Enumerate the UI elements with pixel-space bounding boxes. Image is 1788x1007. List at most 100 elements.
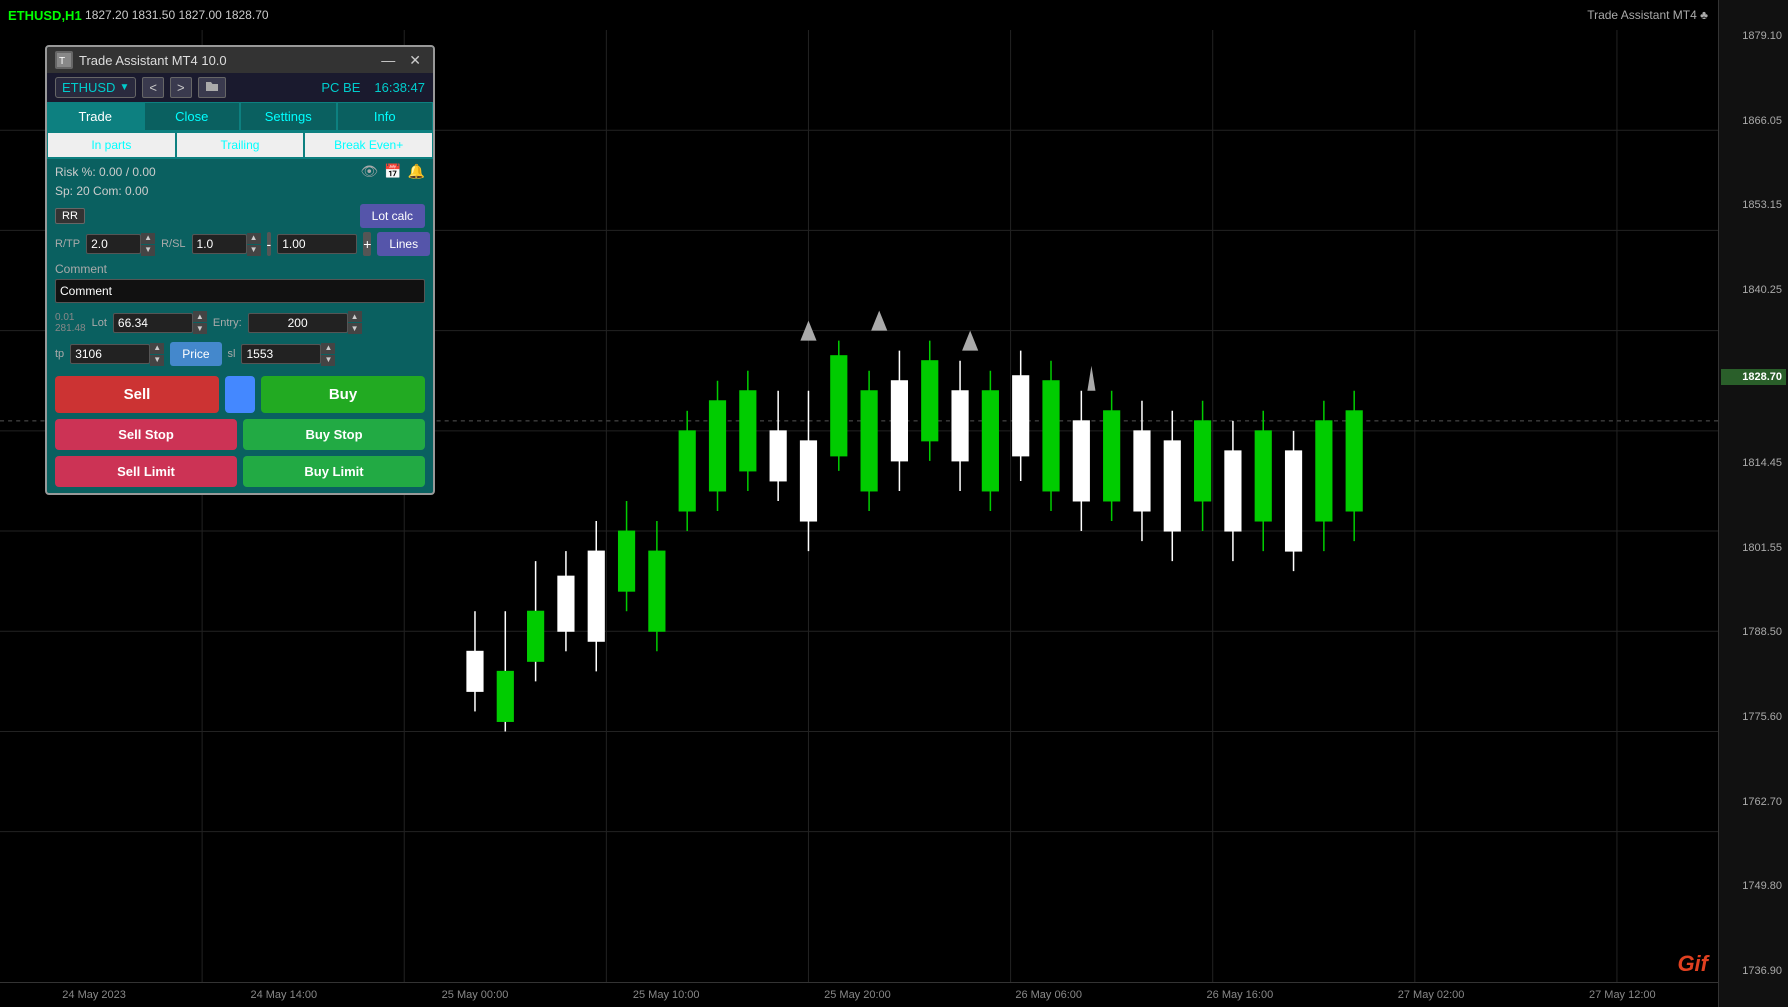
time-label-5: 26 May 06:00 bbox=[1015, 989, 1082, 1001]
lot-input[interactable] bbox=[113, 313, 193, 333]
folder-button[interactable] bbox=[198, 77, 226, 98]
symbol-dropdown[interactable]: ETHUSD ▼ bbox=[55, 77, 136, 98]
price-12: 1736.90 bbox=[1721, 965, 1786, 977]
rr-box: RR bbox=[55, 208, 85, 224]
chart-prices: 1827.20 1831.50 1827.00 1828.70 bbox=[85, 8, 269, 22]
tp-input[interactable] bbox=[70, 344, 150, 364]
trade-buttons: Sell Buy Sell Stop Buy Stop Sell Limit B… bbox=[47, 370, 433, 493]
rtp-spin-up[interactable]: ▲ bbox=[141, 233, 155, 244]
panel-app-icon: T bbox=[55, 51, 73, 69]
close-button[interactable]: ✕ bbox=[405, 52, 425, 69]
sl-label: sl bbox=[228, 348, 236, 360]
price-8: 1788.50 bbox=[1721, 626, 1786, 638]
rtp-spin-down[interactable]: ▼ bbox=[141, 245, 155, 256]
price-button[interactable]: Price bbox=[170, 342, 221, 366]
minus-button[interactable]: - bbox=[267, 232, 272, 256]
lot-max: 281.48 bbox=[55, 323, 86, 334]
rsl-input[interactable] bbox=[192, 234, 247, 254]
tab-info[interactable]: Info bbox=[337, 102, 434, 131]
current-price: 1828.70 bbox=[1721, 369, 1786, 385]
lot-min: 0.01 bbox=[55, 312, 86, 323]
chart-topbar: ETHUSD,H1 1827.20 1831.50 1827.00 1828.7… bbox=[0, 0, 1788, 30]
lot-range-display: 0.01 281.48 bbox=[55, 312, 86, 334]
comment-input[interactable] bbox=[55, 279, 425, 303]
sl-spin-up[interactable]: ▲ bbox=[321, 343, 335, 354]
sub-tab-trailing[interactable]: Trailing bbox=[176, 132, 305, 158]
panel-title-text: Trade Assistant MT4 10.0 bbox=[79, 53, 227, 68]
lot-spin-down[interactable]: ▼ bbox=[193, 323, 207, 334]
tp-spin-down[interactable]: ▼ bbox=[150, 355, 164, 366]
tp-sl-row: tp ▲ ▼ Price sl ▲ ▼ bbox=[47, 338, 433, 370]
sell-stop-button[interactable]: Sell Stop bbox=[55, 419, 237, 450]
plus-button[interactable]: + bbox=[363, 232, 371, 256]
lot-input-wrapper: ▲ ▼ bbox=[113, 311, 207, 334]
buy-stop-button[interactable]: Buy Stop bbox=[243, 419, 425, 450]
time-label-7: 27 May 02:00 bbox=[1398, 989, 1465, 1001]
sell-button[interactable]: Sell bbox=[55, 376, 219, 413]
tab-close[interactable]: Close bbox=[144, 102, 241, 131]
sub-tab-break-even[interactable]: Break Even+ bbox=[304, 132, 433, 158]
risk-pba-input[interactable] bbox=[277, 234, 357, 254]
lot-spin-up[interactable]: ▲ bbox=[193, 311, 207, 322]
calendar-icon[interactable]: 📅 bbox=[384, 163, 401, 180]
buy-button[interactable]: Buy bbox=[261, 376, 425, 413]
tp-label: tp bbox=[55, 348, 64, 360]
svg-text:T: T bbox=[59, 56, 65, 67]
tab-trade[interactable]: Trade bbox=[47, 102, 144, 131]
sub-tab-in-parts[interactable]: In parts bbox=[47, 132, 176, 158]
rtp-input[interactable] bbox=[86, 234, 141, 254]
comment-section: Comment bbox=[47, 258, 433, 307]
pc-be-label: PC BE bbox=[321, 80, 360, 95]
nav-prev-button[interactable]: < bbox=[142, 77, 164, 98]
risk-label: Risk %: 0.00 / 0.00 bbox=[55, 165, 156, 179]
lot-label: Lot bbox=[92, 317, 107, 329]
price-7: 1801.55 bbox=[1721, 542, 1786, 554]
entry-spin-up[interactable]: ▲ bbox=[348, 311, 362, 322]
entry-spinner: ▲ ▼ bbox=[348, 311, 362, 334]
comment-label: Comment bbox=[55, 262, 425, 276]
time-label-8: 27 May 12:00 bbox=[1589, 989, 1656, 1001]
lines-button[interactable]: Lines bbox=[377, 232, 430, 256]
rr-row: RR Lot calc bbox=[47, 202, 433, 230]
time-label-2: 25 May 00:00 bbox=[442, 989, 509, 1001]
symbol-text: ETHUSD bbox=[62, 80, 115, 95]
panel-titlebar: T Trade Assistant MT4 10.0 — ✕ bbox=[47, 47, 433, 73]
lot-calc-button[interactable]: Lot calc bbox=[360, 204, 425, 228]
sell-buy-row: Sell Buy bbox=[55, 376, 425, 413]
chart-title-right: Trade Assistant MT4 ♣ bbox=[1587, 8, 1708, 22]
entry-input[interactable] bbox=[248, 313, 348, 333]
entry-spin-down[interactable]: ▼ bbox=[348, 323, 362, 334]
price-3: 1853.15 bbox=[1721, 199, 1786, 211]
price-1: 1879.10 bbox=[1721, 30, 1786, 42]
tab-row: Trade Close Settings Info bbox=[47, 102, 433, 132]
price-9: 1775.60 bbox=[1721, 711, 1786, 723]
time-label-4: 25 May 20:00 bbox=[824, 989, 891, 1001]
tp-spin-up[interactable]: ▲ bbox=[150, 343, 164, 354]
rsl-spin-down[interactable]: ▼ bbox=[247, 245, 261, 256]
tp-spinner: ▲ ▼ bbox=[150, 343, 164, 366]
sp-com-row: Sp: 20 Com: 0.00 bbox=[47, 184, 433, 202]
buy-limit-button[interactable]: Buy Limit bbox=[243, 456, 425, 487]
bell-icon[interactable]: 🔔 bbox=[408, 163, 425, 180]
sl-spinner: ▲ ▼ bbox=[321, 343, 335, 366]
nav-next-button[interactable]: > bbox=[170, 77, 192, 98]
rsl-label: R/SL bbox=[161, 238, 185, 250]
tab-settings[interactable]: Settings bbox=[240, 102, 337, 131]
sl-spin-down[interactable]: ▼ bbox=[321, 355, 335, 366]
eye-icon[interactable]: 👁 bbox=[360, 163, 378, 180]
minimize-button[interactable]: — bbox=[377, 52, 399, 69]
time-label-3: 25 May 10:00 bbox=[633, 989, 700, 1001]
time-display: 16:38:47 bbox=[374, 80, 425, 95]
rtp-label: R/TP bbox=[55, 238, 80, 250]
tp-input-wrapper: ▲ ▼ bbox=[70, 343, 164, 366]
rsl-spin-up[interactable]: ▲ bbox=[247, 233, 261, 244]
info-icons: 👁 📅 🔔 bbox=[360, 163, 425, 180]
symbol-dropdown-arrow: ▼ bbox=[119, 82, 129, 93]
stop-row: Sell Stop Buy Stop bbox=[55, 419, 425, 450]
panel-title-left: T Trade Assistant MT4 10.0 bbox=[55, 51, 227, 69]
entry-input-wrapper: ▲ ▼ bbox=[248, 311, 362, 334]
sell-limit-button[interactable]: Sell Limit bbox=[55, 456, 237, 487]
limit-row: Sell Limit Buy Limit bbox=[55, 456, 425, 487]
sl-input[interactable] bbox=[241, 344, 321, 364]
time-label-6: 26 May 16:00 bbox=[1207, 989, 1274, 1001]
